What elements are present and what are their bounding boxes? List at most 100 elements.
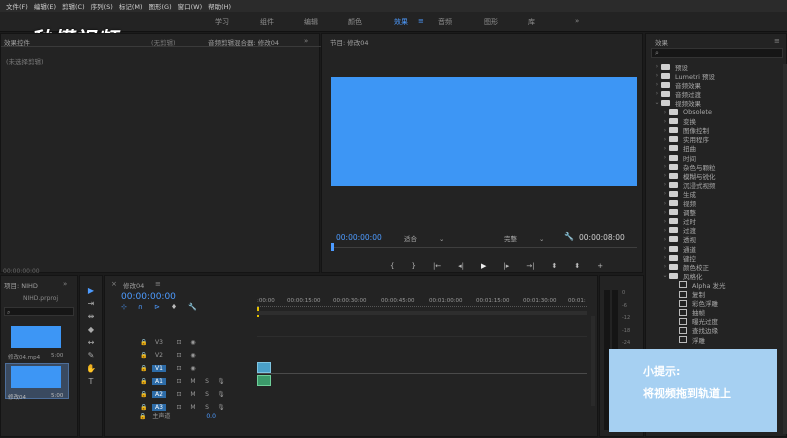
mark-in-icon[interactable]: { [390,262,394,272]
sync-lock-icon[interactable]: ⊡ [172,365,186,372]
chevron-right-icon[interactable]: › [661,136,669,143]
solo-button[interactable]: S [200,391,214,398]
tab-menu-icon[interactable]: ≡ [155,280,161,288]
lock-icon[interactable]: 🔒 [139,413,146,420]
button-editor-icon[interactable]: + [597,262,603,272]
lock-icon[interactable]: 🔒 [137,339,151,346]
sync-lock-icon[interactable]: ⊡ [172,339,186,346]
track-label[interactable]: A3 [152,404,166,411]
extract-icon[interactable]: ⬍ [574,262,580,272]
magnet-icon[interactable]: ∩ [138,303,143,311]
track-label[interactable]: V3 [152,339,166,346]
chevron-down-icon[interactable]: ⌄ [653,99,661,106]
work-area-bar[interactable] [257,311,587,315]
workspace-libraries[interactable]: 库 [528,17,535,27]
program-timecode[interactable]: 00:00:00:00 [336,233,382,242]
sync-lock-icon[interactable]: ⊡ [172,391,186,398]
close-icon[interactable]: × [111,280,117,288]
timeline-scrollbar[interactable] [591,316,595,406]
menu-sequence[interactable]: 序列(S) [91,1,113,11]
lock-icon[interactable]: 🔒 [137,378,151,385]
panel-more-icon[interactable]: » [304,37,308,45]
program-monitor-title[interactable]: 节目: 修改04 [330,37,369,47]
fit-dropdown[interactable]: 适合 ⌄ [404,233,444,243]
effects-tree-item[interactable]: 浮雕 [671,335,705,345]
chevron-right-icon[interactable]: › [661,181,669,188]
chevron-right-icon[interactable]: › [661,218,669,225]
effects-panel-title[interactable]: 效果 [655,37,668,47]
workspace-audio[interactable]: 音频 [438,17,452,27]
chevron-right-icon[interactable]: › [653,81,661,88]
chevron-right-icon[interactable]: › [661,245,669,252]
workspace-more-button[interactable]: » [575,17,579,25]
linked-selection-icon[interactable]: ⊳ [154,303,160,311]
chevron-right-icon[interactable]: › [661,254,669,261]
timeline-timecode[interactable]: 00:00:00:00 [121,292,176,302]
go-to-in-icon[interactable]: |← [433,262,441,272]
workspace-menu-icon[interactable]: ≡ [418,17,424,25]
go-to-out-icon[interactable]: →| [526,262,534,272]
chevron-right-icon[interactable]: › [661,209,669,216]
chevron-right-icon[interactable]: › [661,172,669,179]
chevron-right-icon[interactable]: › [661,118,669,125]
lock-icon[interactable]: 🔒 [137,365,151,372]
track-label[interactable]: A1 [152,378,166,385]
track-label[interactable]: V2 [152,352,166,359]
step-forward-icon[interactable]: |▸ [503,262,509,272]
chevron-right-icon[interactable]: › [661,263,669,270]
selection-tool-icon[interactable]: ▶ [84,286,98,296]
menu-clip[interactable]: 剪辑(C) [62,1,85,11]
lock-icon[interactable]: 🔒 [137,404,151,411]
menu-graphics[interactable]: 图形(G) [149,1,172,11]
menu-marker[interactable]: 标记(M) [119,1,143,11]
solo-button[interactable]: S [200,404,214,411]
pen-tool-icon[interactable]: ✎ [84,351,98,361]
effects-tree-item[interactable]: ⌄ 视频效果 [653,98,701,108]
chevron-down-icon[interactable]: ⌄ [661,272,669,279]
chevron-right-icon[interactable]: › [661,154,669,161]
audio-clip[interactable] [257,375,271,386]
menu-window[interactable]: 窗口(W) [178,1,203,11]
mute-button[interactable]: M [186,378,200,385]
project-thumb-sequence[interactable] [11,366,61,388]
track-label[interactable]: V1 [152,365,166,372]
workspace-graphics[interactable]: 图形 [484,17,498,27]
workspace-editing[interactable]: 编辑 [304,17,318,27]
chevron-right-icon[interactable]: › [661,163,669,170]
solo-button[interactable]: S [200,378,214,385]
quality-dropdown[interactable]: 完整 ⌄ [504,233,544,243]
type-tool-icon[interactable]: T [84,377,98,387]
program-playhead[interactable] [331,243,334,251]
master-volume[interactable]: 0.0 [206,413,216,420]
play-icon[interactable]: ▶ [481,262,486,272]
chevron-right-icon[interactable]: › [661,200,669,207]
workspace-color[interactable]: 颜色 [348,17,362,27]
chevron-right-icon[interactable]: › [661,227,669,234]
mute-button[interactable]: M [186,391,200,398]
chevron-right-icon[interactable]: › [661,145,669,152]
sync-lock-icon[interactable]: ⊡ [172,352,186,359]
menu-edit[interactable]: 编辑(E) [34,1,56,11]
workspace-assembly[interactable]: 组件 [260,17,274,27]
track-label[interactable]: A2 [152,391,166,398]
razor-tool-icon[interactable]: ◆ [84,325,98,335]
panel-more-icon[interactable]: » [63,280,67,288]
mic-icon[interactable]: 🎙 [214,378,228,385]
tab-menu-icon[interactable]: ≡ [774,37,780,45]
project-search-input[interactable]: ⌕ [4,307,74,316]
step-back-icon[interactable]: ◂| [458,262,464,272]
effects-search-input[interactable]: ⌕ [651,48,783,58]
eye-icon[interactable]: ◉ [186,365,200,372]
slip-tool-icon[interactable]: ↔ [84,338,98,348]
chevron-right-icon[interactable]: › [661,236,669,243]
effects-scrollbar[interactable] [783,64,787,434]
ripple-edit-tool-icon[interactable]: ⇹ [84,312,98,322]
sync-lock-icon[interactable]: ⊡ [172,404,186,411]
sync-lock-icon[interactable]: ⊡ [172,378,186,385]
project-panel-title[interactable]: 项目: NIHD [4,280,38,290]
mark-out-icon[interactable]: } [411,262,415,272]
menu-help[interactable]: 帮助(H) [208,1,231,11]
mic-icon[interactable]: 🎙 [214,404,228,411]
chevron-right-icon[interactable]: › [661,127,669,134]
marker-icon[interactable]: ♦ [171,303,177,311]
